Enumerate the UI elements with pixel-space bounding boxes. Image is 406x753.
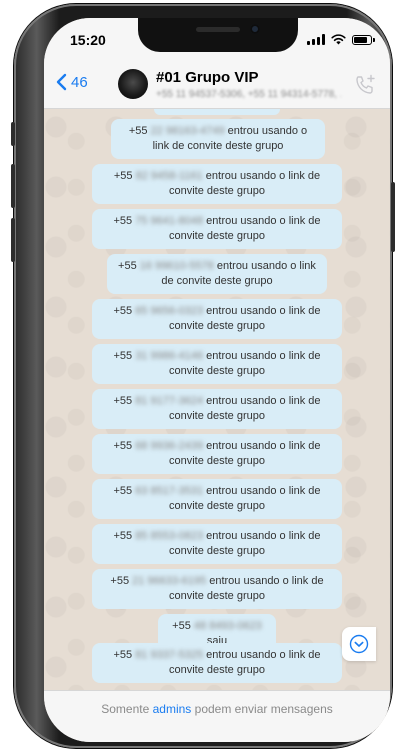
system-message: +55 75 9641-8048 entrou usando o link de…: [92, 209, 342, 249]
notice-text-end: podem enviar mensagens: [194, 702, 333, 716]
blurred-phone-number: 31 9986-4146: [135, 350, 204, 362]
unread-count: 46: [71, 73, 88, 91]
phone-plus-icon: [356, 74, 375, 94]
cellular-signal-icon: [307, 34, 325, 45]
notice-text-start: Somente: [101, 702, 150, 716]
volume-down-button: [11, 218, 15, 262]
battery-level: [354, 36, 367, 43]
add-call-button[interactable]: [354, 74, 376, 101]
blurred-phone-number: 85 8553-0823: [135, 530, 204, 542]
phone-frame: 15:20 46 #01 Grupo VIP +55 11 94537-5306…: [11, 4, 395, 748]
system-message: +55 21 96633-6195 entrou usando o link d…: [92, 569, 342, 609]
blurred-phone-number: 63 8517-3531: [135, 485, 204, 497]
system-message: +55 16 99610-5578 entrou usando o link d…: [107, 254, 327, 294]
blurred-phone-number: 81 9177-3624: [135, 395, 204, 407]
chat-subtitle[interactable]: +55 11 94537-5306, +55 11 94314-5778, ..…: [156, 89, 341, 100]
chevron-down-circle-icon: [349, 634, 369, 654]
system-message: +55 81 9177-3624 entrou usando o link de…: [92, 389, 342, 429]
system-message: +55 82 9458-1161 entrou usando o link de…: [92, 164, 342, 204]
partial-message: [154, 109, 280, 115]
admins-only-notice: Somente admins podem enviar mensagens: [44, 690, 390, 742]
system-message: +55 68 9936-2439 entrou usando o link de…: [92, 434, 342, 474]
blurred-phone-number: 16 99610-5578: [139, 260, 214, 272]
back-button[interactable]: 46: [56, 73, 88, 91]
system-message: +55 22 98163-4749 entrou usando o link d…: [111, 119, 325, 159]
blurred-phone-number: 21 96633-6195: [132, 575, 207, 587]
system-message: +55 85 8553-0823 entrou usando o link de…: [92, 524, 342, 564]
chevron-left-icon: [56, 73, 67, 91]
system-message: +55 31 9986-4146 entrou usando o link de…: [92, 344, 342, 384]
speaker-grille: [196, 27, 240, 32]
notch: [138, 18, 298, 52]
chat-header: 46 #01 Grupo VIP +55 11 94537-5306, +55 …: [44, 62, 390, 109]
blurred-phone-number: 75 9641-8048: [135, 215, 204, 227]
blurred-phone-number: 82 9458-1161: [135, 170, 203, 182]
battery-icon: [352, 34, 375, 45]
system-message: +55 65 9656-0323 entrou usando o link de…: [92, 299, 342, 339]
blurred-phone-number: 68 9936-2439: [135, 440, 204, 452]
blurred-phone-number: 81 9337-5325: [135, 649, 204, 661]
blurred-phone-number: 65 9656-0323: [135, 305, 204, 317]
volume-up-button: [11, 164, 15, 208]
power-button: [391, 182, 395, 252]
system-message: +55 63 8517-3531 entrou usando o link de…: [92, 479, 342, 519]
wifi-icon: [331, 34, 346, 45]
system-message: +55 81 9337-5325 entrou usando o link de…: [92, 643, 342, 683]
blurred-phone-number: 22 98163-4749: [150, 125, 225, 137]
status-time: 15:20: [70, 32, 106, 48]
silent-switch: [11, 122, 15, 146]
chat-title[interactable]: #01 Grupo VIP: [156, 69, 259, 86]
admins-link[interactable]: admins: [153, 702, 192, 716]
blurred-phone-number: 48 8493-0623: [193, 620, 262, 632]
status-icons: [307, 34, 375, 45]
front-camera: [250, 24, 260, 34]
message-list[interactable]: +55 22 98163-4749 entrou usando o link d…: [44, 109, 390, 690]
scroll-to-bottom-button[interactable]: [342, 627, 376, 661]
phone-screen: 15:20 46 #01 Grupo VIP +55 11 94537-5306…: [44, 18, 390, 742]
group-avatar[interactable]: [118, 69, 148, 99]
